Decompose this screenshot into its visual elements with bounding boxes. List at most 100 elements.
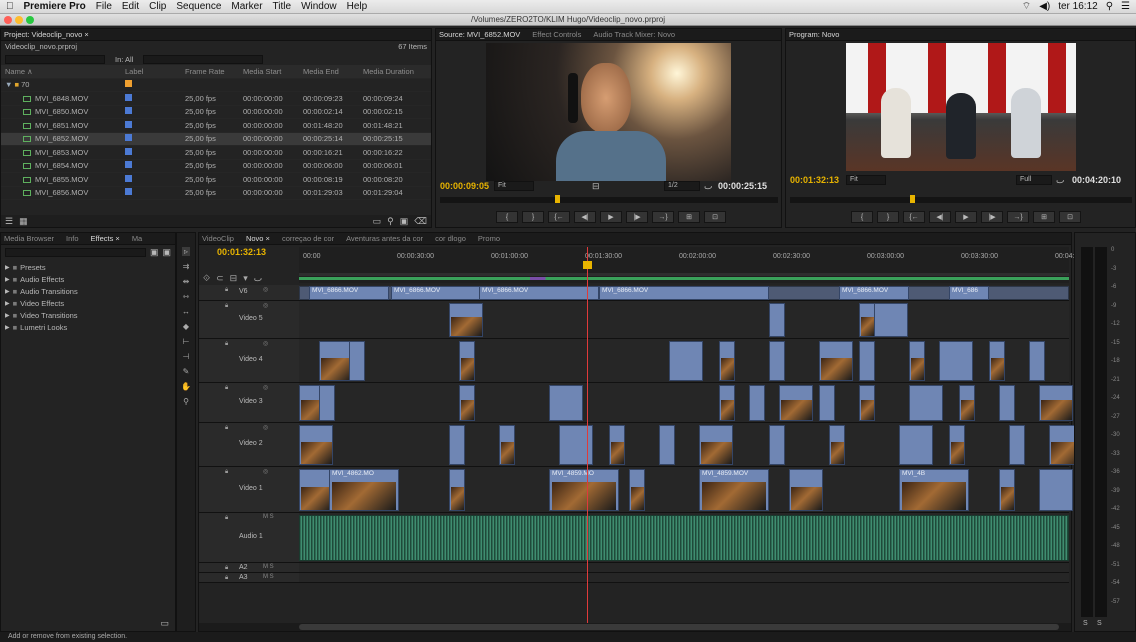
project-item-row[interactable]: MVI_6853.MOV 25,00 fps 00:00:00:00 00:00:16… [1, 146, 431, 160]
track-lane-v6[interactable]: MVI_6866.MOV MVI_6866.MOV MVI_6866.MOV MVI_… [299, 285, 1069, 301]
spotlight-icon[interactable]: ⚲ [1106, 1, 1113, 12]
timeline-clip[interactable] [999, 469, 1015, 511]
timeline-clip[interactable] [819, 341, 853, 381]
extract-button[interactable]: ⊡ [1059, 211, 1081, 223]
source-tab[interactable]: Source: MVI_6852.MOV [439, 30, 520, 39]
track-lock-icon[interactable]: 🔒︎ [225, 425, 228, 432]
clock[interactable]: ter 16:12 [1058, 1, 1097, 12]
search-input[interactable] [5, 54, 105, 64]
program-zoom-dropdown[interactable]: Fit [846, 175, 886, 185]
timeline-clip[interactable]: MVI_6866.MOV [479, 286, 599, 300]
volume-icon[interactable]: ◀) [1039, 1, 1050, 12]
safe-margins-icon[interactable]: ⊟ [592, 181, 600, 192]
add-marker-icon[interactable]: ▾ [243, 273, 248, 284]
timeline-clip[interactable]: MVI_4862.MO [329, 469, 399, 511]
track-header-v1[interactable]: 🔒︎ Video 1 ◎ [199, 467, 299, 513]
timeline-clip[interactable] [449, 425, 465, 465]
track-header-v3[interactable]: 🔒︎ Video 3 ◎ [199, 383, 299, 423]
new-bin-icon[interactable]: ▭ [373, 216, 382, 227]
program-go-to-out-button[interactable]: →} [1007, 211, 1029, 223]
mute-solo-icon[interactable]: M S [263, 574, 274, 580]
track-lane-v5[interactable] [299, 301, 1069, 339]
timeline-clip[interactable] [899, 425, 933, 465]
source-timecode[interactable]: 00:00:09:05 [440, 181, 489, 191]
col-media-end[interactable]: Media End [303, 67, 363, 76]
program-step-forward-button[interactable]: |▶ [981, 211, 1003, 223]
markers-tab[interactable]: Ma [132, 234, 142, 243]
timeline-clip[interactable] [939, 341, 973, 381]
disclosure-triangle-icon[interactable]: ▶ [5, 264, 10, 271]
timeline-clip[interactable] [449, 303, 483, 337]
track-lane-a1[interactable] [299, 513, 1069, 563]
playhead-handle[interactable] [583, 261, 592, 269]
program-scrubber[interactable] [790, 195, 1132, 203]
menu-title[interactable]: Title [273, 1, 292, 12]
slip-tool-icon[interactable]: ⊢ [183, 337, 190, 346]
track-name[interactable]: Audio 1 [239, 533, 263, 540]
timeline-clip[interactable] [349, 341, 365, 381]
overwrite-button[interactable]: ⊡ [704, 211, 726, 223]
slide-tool-icon[interactable]: ⊣ [183, 352, 190, 361]
track-header-v5[interactable]: 🔒︎ Video 5 ◎ [199, 301, 299, 339]
track-name[interactable]: Video 2 [239, 440, 263, 447]
source-resolution-dropdown[interactable]: 1/2 [664, 181, 700, 191]
go-to-in-button[interactable]: {← [548, 211, 570, 223]
toggle-output-icon[interactable]: ◎ [263, 424, 268, 431]
timeline-clip[interactable]: MVI_6866.MOV [309, 286, 389, 300]
yuv-effects-icon[interactable]: ▣ [162, 247, 171, 258]
effects-folder-item[interactable]: ▶ ■ Audio Transitions [5, 285, 171, 297]
timeline-clip[interactable] [459, 341, 475, 381]
app-menu[interactable]: Premiere Pro [24, 1, 86, 12]
track-lock-icon[interactable]: 🔒︎ [225, 287, 228, 294]
project-item-row[interactable]: MVI_6852.MOV 25,00 fps 00:00:00:00 00:00:25… [1, 132, 431, 146]
timeline-clip[interactable] [829, 425, 845, 465]
timeline-clip[interactable] [669, 341, 703, 381]
project-item-row[interactable]: MVI_6850.MOV 25,00 fps 00:00:00:00 00:00:02… [1, 106, 431, 119]
timeline-clip[interactable]: MVI_6866.MOV [391, 286, 481, 300]
track-lane-v3[interactable] [299, 383, 1073, 423]
program-resolution-dropdown[interactable]: Full [1016, 175, 1052, 185]
disclosure-triangle-icon[interactable]: ▶ [5, 312, 10, 319]
step-back-button[interactable]: ◀| [574, 211, 596, 223]
timeline-clip[interactable] [959, 385, 975, 421]
source-scrubber[interactable] [440, 195, 778, 203]
project-item-row[interactable]: MVI_6855.MOV 25,00 fps 00:00:00:00 00:00:08… [1, 173, 431, 187]
timeline-clip[interactable] [319, 341, 353, 381]
label-swatch[interactable] [125, 174, 132, 182]
timeline-clip[interactable] [1039, 385, 1073, 421]
program-step-back-button[interactable]: ◀| [929, 211, 951, 223]
track-header-a2[interactable]: 🔒︎ A2 M S [199, 563, 299, 573]
timeline-clip[interactable]: MVI_4859.MO [549, 469, 619, 511]
disclosure-triangle-icon[interactable]: ▶ [5, 324, 10, 331]
timeline-clip[interactable] [609, 425, 625, 465]
col-label[interactable]: Label [125, 67, 185, 76]
col-frame-rate[interactable]: Frame Rate [185, 67, 243, 76]
timeline-clip[interactable] [299, 425, 333, 465]
find-icon[interactable]: ⚲ [387, 216, 394, 227]
menu-marker[interactable]: Marker [231, 1, 262, 12]
track-name[interactable]: A2 [239, 564, 248, 571]
solo-right-button[interactable]: S [1097, 620, 1102, 627]
project-tab[interactable]: Project: Videoclip_novo × [4, 30, 89, 39]
lift-button[interactable]: ⊞ [1033, 211, 1055, 223]
seq-tab-novo[interactable]: Novo × [246, 234, 270, 243]
effects-folder-item[interactable]: ▶ ■ Presets [5, 261, 171, 273]
menu-window[interactable]: Window [301, 1, 337, 12]
minimize-window-button[interactable] [15, 16, 23, 24]
timeline-clip[interactable]: MVI_4859.MOV [699, 469, 769, 511]
timeline-scrollbar[interactable] [199, 623, 1071, 631]
new-custom-bin-icon[interactable]: ▭ [160, 618, 169, 629]
toggle-output-icon[interactable]: ◎ [263, 286, 268, 293]
wrench-icon[interactable]: ٮ [704, 181, 712, 192]
disclosure-triangle-icon[interactable]: ▶ [5, 300, 10, 307]
track-lock-icon[interactable]: 🔒︎ [225, 341, 228, 348]
scrollbar-thumb[interactable] [299, 624, 1059, 630]
program-go-to-in-button[interactable]: {← [903, 211, 925, 223]
wifi-icon[interactable]: ⌔ [1022, 0, 1031, 13]
timeline-clip[interactable] [549, 385, 583, 421]
track-lane-a2[interactable] [299, 563, 1069, 573]
track-lane-v2[interactable] [299, 423, 1083, 467]
toggle-output-icon[interactable]: ◎ [263, 340, 268, 347]
track-name[interactable]: Video 3 [239, 398, 263, 405]
mute-solo-icon[interactable]: M S [263, 564, 274, 570]
